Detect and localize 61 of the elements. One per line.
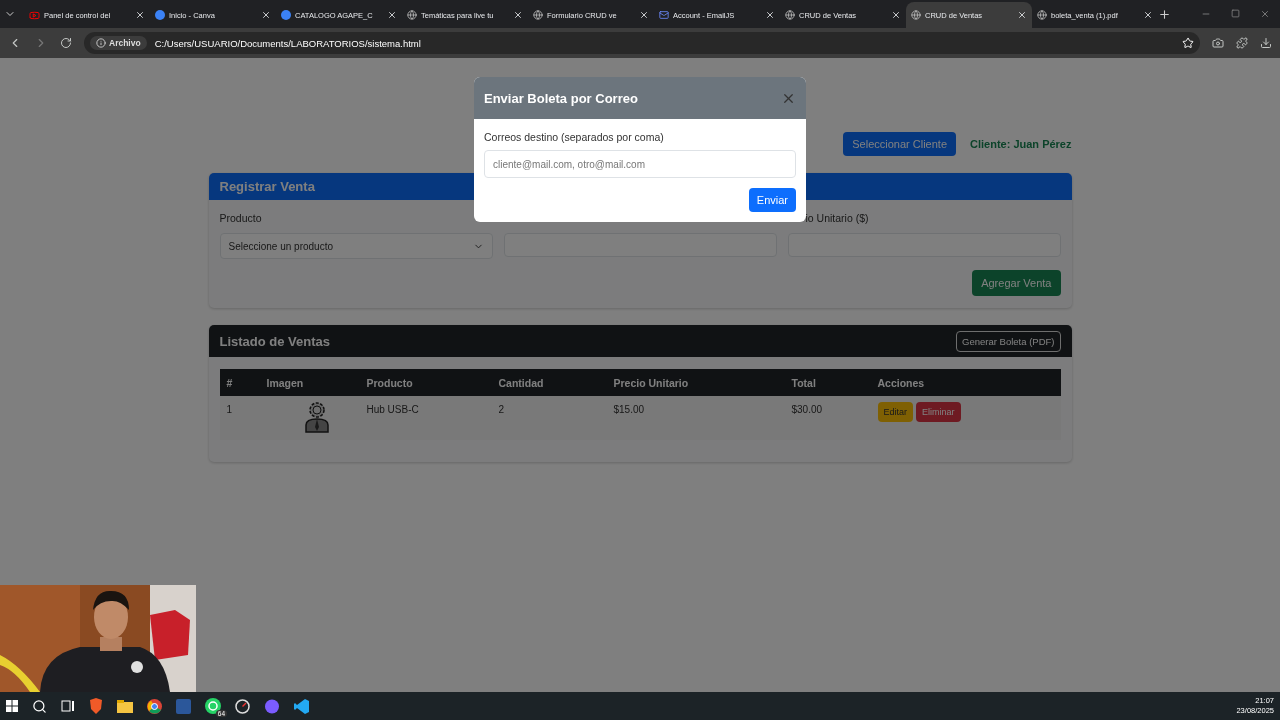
windows-icon[interactable] bbox=[6, 700, 18, 712]
circle-icon bbox=[281, 10, 291, 20]
person-icon bbox=[303, 401, 330, 433]
field-label: io Unitario ($) bbox=[804, 212, 870, 225]
close-icon[interactable] bbox=[513, 10, 523, 20]
url-text: C:/Users/USUARIO/Documents/LABORATORIOS/sistema.html bbox=[154, 37, 422, 49]
column-header: Acciones bbox=[870, 369, 1061, 396]
search-icon[interactable] bbox=[32, 698, 47, 714]
globe-icon bbox=[911, 10, 921, 20]
globe-icon bbox=[1037, 10, 1047, 20]
file-chip[interactable]: Archivo bbox=[90, 36, 147, 50]
card-title: Registrar Venta bbox=[219, 179, 315, 194]
close-icon[interactable] bbox=[639, 10, 649, 20]
folder-icon[interactable] bbox=[117, 699, 133, 713]
task-view-icon[interactable] bbox=[61, 699, 75, 713]
table-cell-text: $30.00 bbox=[790, 403, 824, 417]
extensions-icon[interactable] bbox=[1236, 37, 1248, 49]
table-cell-text: $15.00 bbox=[612, 403, 646, 417]
close-icon[interactable] bbox=[135, 10, 145, 20]
close-icon[interactable] bbox=[261, 10, 271, 20]
column-header: Producto bbox=[359, 369, 492, 396]
globe-icon bbox=[533, 10, 543, 20]
close-icon[interactable] bbox=[1143, 10, 1153, 20]
client-label: Cliente: Juan Pérez bbox=[970, 138, 1072, 150]
new-tab-icon[interactable] bbox=[1158, 7, 1171, 21]
circle-icon bbox=[155, 10, 165, 20]
globe-icon bbox=[407, 10, 417, 20]
table-cell-text: Hub USB-C bbox=[365, 403, 420, 417]
mail-icon bbox=[659, 10, 669, 20]
column-header: Cantidad bbox=[491, 369, 607, 396]
card-title: Listado de Ventas bbox=[219, 333, 331, 349]
table-cell-text: 1 bbox=[225, 403, 234, 417]
field-label: Producto bbox=[219, 212, 263, 225]
close-icon[interactable] bbox=[765, 10, 775, 20]
globe-icon bbox=[785, 10, 795, 20]
reload-icon[interactable] bbox=[60, 37, 72, 49]
column-header: Precio Unitario bbox=[606, 369, 785, 396]
maximize-icon[interactable] bbox=[1231, 9, 1240, 18]
shield-icon[interactable] bbox=[89, 698, 103, 714]
bookmark-icon[interactable] bbox=[1182, 37, 1194, 49]
column-header: Total bbox=[784, 369, 871, 396]
dialog-title: Enviar Boleta por Correo bbox=[484, 90, 638, 106]
field-label: Correos destino (separados por coma) bbox=[484, 131, 665, 144]
email-field[interactable]: cliente@mail.com, otro@mail.com bbox=[484, 150, 796, 178]
info-icon bbox=[96, 38, 106, 48]
generate-pdf-button[interactable]: Generar Boleta (PDF) bbox=[956, 330, 1061, 352]
chrome-icon[interactable] bbox=[147, 698, 162, 714]
table-cell-text: 2 bbox=[497, 403, 506, 417]
camera-icon[interactable] bbox=[1212, 37, 1224, 49]
close-icon[interactable] bbox=[387, 10, 397, 20]
address-bar[interactable]: Archivo C:/Users/USUARIO/Documents/LABORATORIOS/sistema.html bbox=[84, 32, 1200, 54]
close-icon[interactable] bbox=[891, 10, 901, 20]
send-button[interactable]: Enviar bbox=[748, 188, 796, 212]
chip-label: Archivo bbox=[109, 38, 141, 48]
video-icon bbox=[29, 9, 40, 21]
product-select[interactable]: Seleccione un producto bbox=[219, 233, 493, 259]
column-header: Imagen bbox=[259, 369, 360, 396]
download-icon[interactable] bbox=[1260, 37, 1272, 49]
close-icon[interactable] bbox=[1017, 10, 1027, 20]
gauge-icon[interactable] bbox=[235, 698, 250, 714]
column-header: # bbox=[219, 369, 260, 396]
